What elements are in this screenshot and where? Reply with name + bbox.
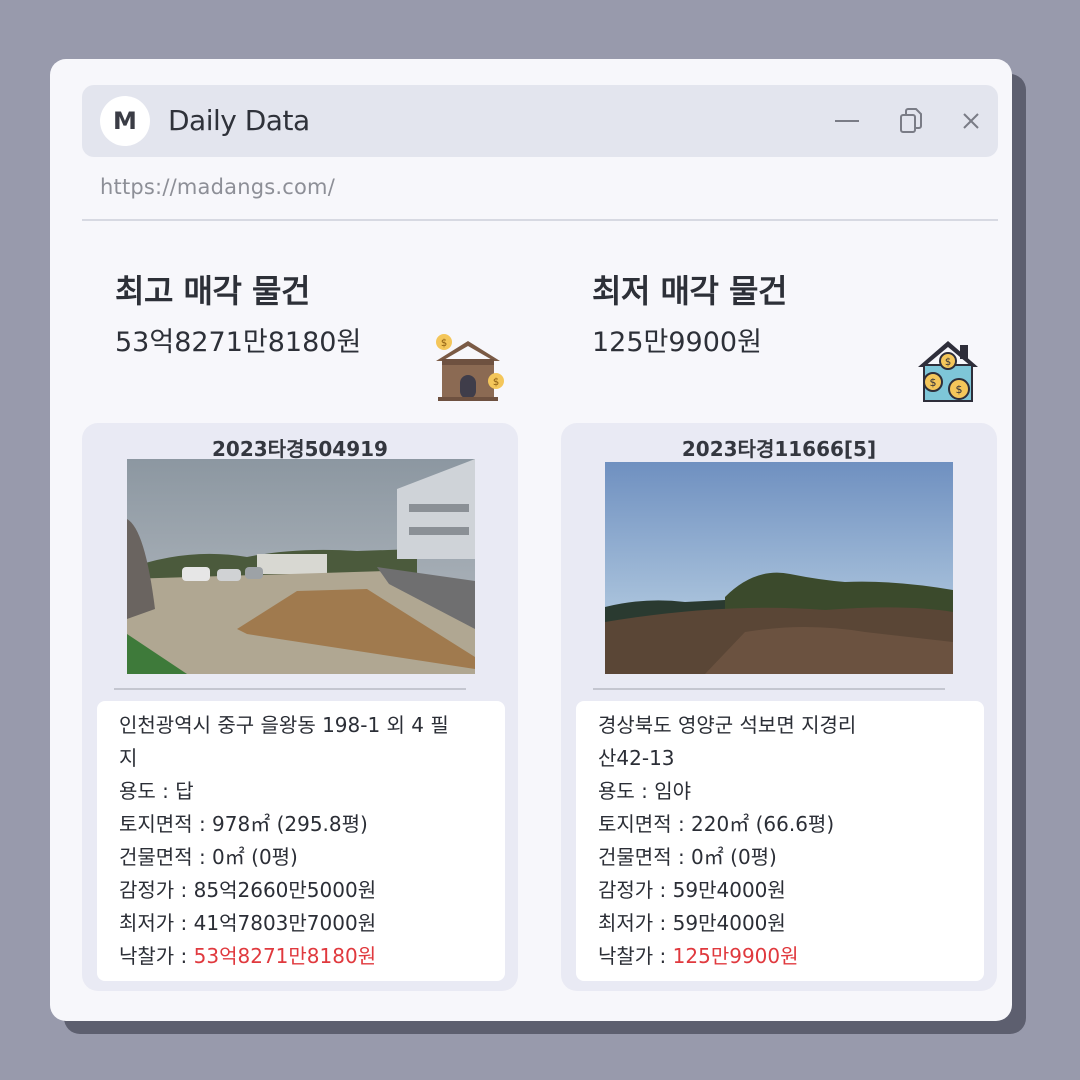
land-area-field: 토지면적 : 978㎡ (295.8평) <box>119 812 368 836</box>
card-divider <box>593 688 945 690</box>
svg-text:$: $ <box>945 357 951 368</box>
lowest-summary: 최저 매각 물건 125만9900원 <box>592 269 787 361</box>
house-coins-icon: $ $ $ <box>916 337 980 407</box>
browser-window: M Daily Data https://madangs.com/ 최고 매각 … <box>50 59 1012 1021</box>
restore-button[interactable] <box>893 103 929 139</box>
svg-text:$: $ <box>441 338 447 349</box>
svg-text:$: $ <box>956 383 963 396</box>
property-card-lowest[interactable]: 2023타경11666[5] 경상북도 영양군 석보면 지경리 산42-13 용… <box>561 423 997 991</box>
usage-field: 용도 : 답 <box>119 779 194 803</box>
highest-summary: 최고 매각 물건 53억8271만8180원 <box>115 269 361 361</box>
winning-bid-value: 53억8271만8180원 <box>193 944 377 968</box>
card-divider <box>114 688 466 690</box>
minimize-icon <box>835 120 859 122</box>
lowest-heading: 최저 매각 물건 <box>592 272 787 310</box>
winning-bid-value: 125만9900원 <box>672 944 799 968</box>
address-line: 산42-13 <box>598 746 675 770</box>
app-logo: M <box>100 96 150 146</box>
minimum-price-field: 최저가 : 59만4000원 <box>598 911 786 935</box>
address-line: 경상북도 영양군 석보면 지경리 <box>598 713 857 737</box>
building-area-field: 건물면적 : 0㎡ (0평) <box>598 845 777 869</box>
copy-window-icon <box>900 108 922 133</box>
property-card-highest[interactable]: 2023타경504919 인천광역시 중구 을왕동 198-1 외 4 필 지 … <box>82 423 518 991</box>
close-button[interactable] <box>953 103 989 139</box>
winning-bid-field: 낙찰가 : 125만9900원 <box>598 940 962 973</box>
case-number: 2023타경11666[5] <box>681 437 877 461</box>
close-icon <box>963 113 979 129</box>
property-details: 인천광역시 중구 을왕동 198-1 외 4 필 지 용도 : 답 토지면적 :… <box>97 701 505 981</box>
url-divider <box>82 219 998 221</box>
property-details: 경상북도 영양군 석보면 지경리 산42-13 용도 : 임야 토지면적 : 2… <box>576 701 984 981</box>
usage-field: 용도 : 임야 <box>598 779 692 803</box>
svg-text:$: $ <box>493 377 499 388</box>
minimum-price-field: 최저가 : 41억7803만7000원 <box>119 911 377 935</box>
app-title: Daily Data <box>168 104 310 137</box>
winning-bid-label: 낙찰가 : <box>119 944 194 968</box>
highest-amount: 53억8271만8180원 <box>115 327 362 358</box>
highest-heading: 최고 매각 물건 <box>115 272 310 310</box>
appraisal-field: 감정가 : 59만4000원 <box>598 878 786 902</box>
title-bar: M Daily Data <box>82 85 998 157</box>
minimize-button[interactable] <box>829 103 865 139</box>
address-line: 인천광역시 중구 을왕동 198-1 외 4 필 <box>119 713 449 737</box>
address-line: 지 <box>119 746 138 770</box>
lowest-amount: 125만9900원 <box>592 327 762 358</box>
building-area-field: 건물면적 : 0㎡ (0평) <box>119 845 298 869</box>
winning-bid-field: 낙찰가 : 53억8271만8180원 <box>119 940 483 973</box>
url-bar[interactable]: https://madangs.com/ <box>100 175 335 199</box>
property-photo-forest <box>605 462 953 674</box>
house-money-icon: $ $ <box>432 331 504 407</box>
svg-text:$: $ <box>930 376 937 389</box>
case-number: 2023타경504919 <box>212 437 388 461</box>
appraisal-field: 감정가 : 85억2660만5000원 <box>119 878 377 902</box>
winning-bid-label: 낙찰가 : <box>598 944 673 968</box>
land-area-field: 토지면적 : 220㎡ (66.6평) <box>598 812 835 836</box>
property-photo-farmland <box>127 459 475 674</box>
